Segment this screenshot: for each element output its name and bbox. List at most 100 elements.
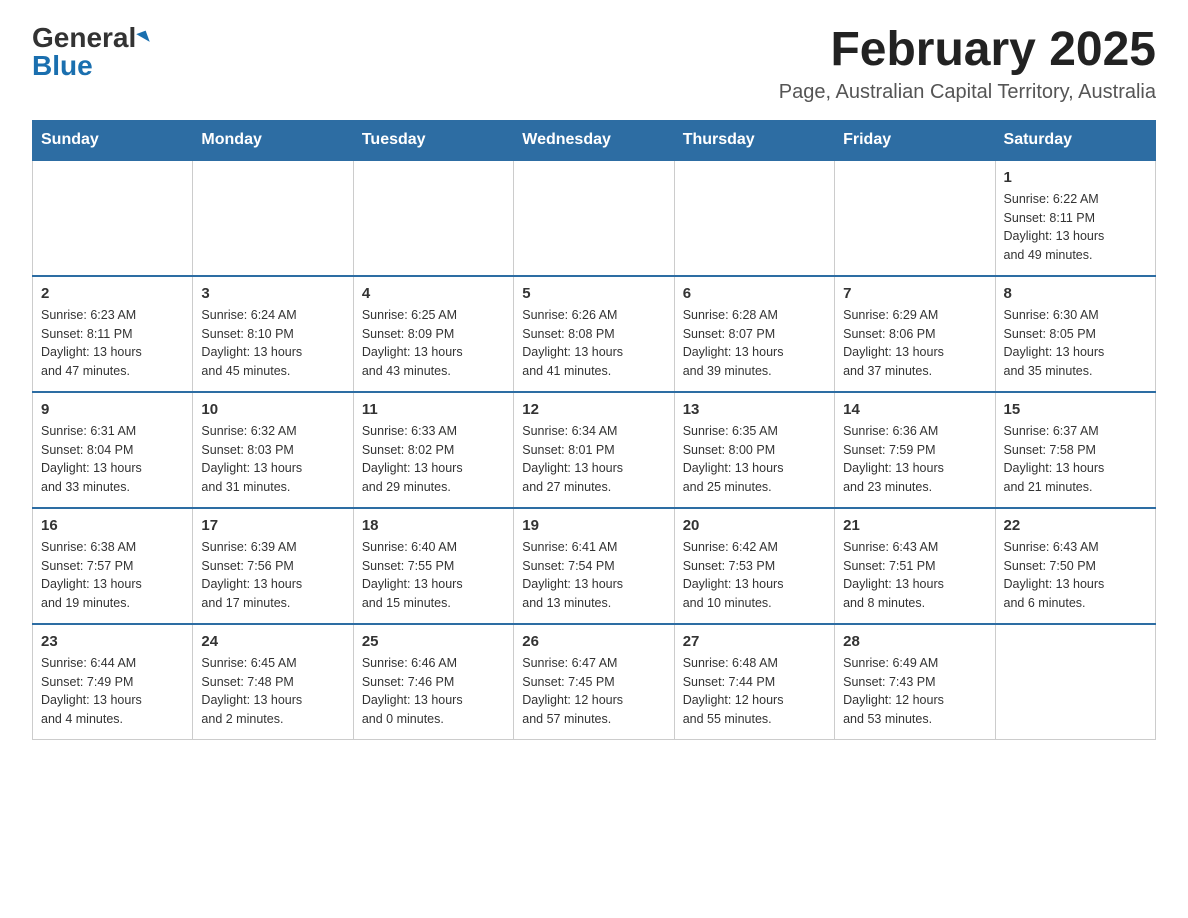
day-number: 6 — [683, 285, 826, 302]
title-area: February 2025 Page, Australian Capital T… — [779, 24, 1156, 104]
calendar-cell — [995, 624, 1155, 740]
calendar-cell: 3 Sunrise: 6:24 AMSunset: 8:10 PMDaylight… — [193, 276, 353, 392]
calendar-cell: 27 Sunrise: 6:48 AMSunset: 7:44 PMDayligh… — [674, 624, 834, 740]
day-number: 24 — [201, 633, 344, 650]
col-tuesday: Tuesday — [353, 120, 513, 160]
calendar-cell: 24 Sunrise: 6:45 AMSunset: 7:48 PMDayligh… — [193, 624, 353, 740]
day-info: Sunrise: 6:25 AMSunset: 8:09 PMDaylight:… — [362, 306, 505, 381]
calendar-cell: 8Sunrise: 6:30 AMSunset: 8:05 PMDaylight… — [995, 276, 1155, 392]
calendar-week-4: 16 Sunrise: 6:38 AMSunset: 7:57 PMDayligh… — [33, 508, 1156, 624]
col-wednesday: Wednesday — [514, 120, 674, 160]
calendar-cell: 11 Sunrise: 6:33 AMSunset: 8:02 PMDayligh… — [353, 392, 513, 508]
day-number: 8 — [1004, 285, 1147, 302]
calendar-week-2: 2 Sunrise: 6:23 AMSunset: 8:11 PMDaylight… — [33, 276, 1156, 392]
day-info: Sunrise: 6:47 AMSunset: 7:45 PMDaylight:… — [522, 654, 665, 729]
day-info: Sunrise: 6:45 AMSunset: 7:48 PMDaylight:… — [201, 654, 344, 729]
calendar-cell — [835, 160, 995, 276]
day-info: Sunrise: 6:43 AMSunset: 7:50 PMDaylight:… — [1004, 538, 1147, 613]
day-number: 16 — [41, 517, 184, 534]
day-number: 25 — [362, 633, 505, 650]
calendar-cell: 19 Sunrise: 6:41 AMSunset: 7:54 PMDayligh… — [514, 508, 674, 624]
month-title: February 2025 — [779, 24, 1156, 77]
logo-general-text: General — [32, 24, 136, 52]
day-number: 1 — [1004, 169, 1147, 186]
calendar-cell: 2 Sunrise: 6:23 AMSunset: 8:11 PMDaylight… — [33, 276, 193, 392]
calendar-cell: 1 Sunrise: 6:22 AMSunset: 8:11 PMDaylight… — [995, 160, 1155, 276]
day-info: Sunrise: 6:22 AMSunset: 8:11 PMDaylight:… — [1004, 190, 1147, 265]
calendar-cell: 9 Sunrise: 6:31 AMSunset: 8:04 PMDaylight… — [33, 392, 193, 508]
calendar-cell: 12Sunrise: 6:34 AMSunset: 8:01 PMDayligh… — [514, 392, 674, 508]
day-number: 17 — [201, 517, 344, 534]
day-number: 4 — [362, 285, 505, 302]
day-info: Sunrise: 6:38 AMSunset: 7:57 PMDaylight:… — [41, 538, 184, 613]
day-number: 3 — [201, 285, 344, 302]
col-sunday: Sunday — [33, 120, 193, 160]
day-number: 23 — [41, 633, 184, 650]
calendar-cell — [514, 160, 674, 276]
calendar-cell — [674, 160, 834, 276]
calendar-cell: 5 Sunrise: 6:26 AMSunset: 8:08 PMDaylight… — [514, 276, 674, 392]
day-number: 21 — [843, 517, 986, 534]
calendar-week-3: 9 Sunrise: 6:31 AMSunset: 8:04 PMDaylight… — [33, 392, 1156, 508]
calendar-body: 1 Sunrise: 6:22 AMSunset: 8:11 PMDaylight… — [33, 160, 1156, 740]
calendar-cell: 28 Sunrise: 6:49 AMSunset: 7:43 PMDayligh… — [835, 624, 995, 740]
day-info: Sunrise: 6:32 AMSunset: 8:03 PMDaylight:… — [201, 422, 344, 497]
day-info: Sunrise: 6:26 AMSunset: 8:08 PMDaylight:… — [522, 306, 665, 381]
calendar-header: Sunday Monday Tuesday Wednesday Thursday… — [33, 120, 1156, 160]
logo: General Blue — [32, 24, 148, 80]
day-number: 11 — [362, 401, 505, 418]
day-info: Sunrise: 6:42 AMSunset: 7:53 PMDaylight:… — [683, 538, 826, 613]
calendar-cell: 22Sunrise: 6:43 AMSunset: 7:50 PMDayligh… — [995, 508, 1155, 624]
calendar-week-5: 23Sunrise: 6:44 AMSunset: 7:49 PMDayligh… — [33, 624, 1156, 740]
col-thursday: Thursday — [674, 120, 834, 160]
day-number: 15 — [1004, 401, 1147, 418]
day-info: Sunrise: 6:40 AMSunset: 7:55 PMDaylight:… — [362, 538, 505, 613]
logo-arrow-icon — [137, 31, 151, 46]
calendar-cell: 21 Sunrise: 6:43 AMSunset: 7:51 PMDayligh… — [835, 508, 995, 624]
day-number: 28 — [843, 633, 986, 650]
calendar-cell: 15 Sunrise: 6:37 AMSunset: 7:58 PMDayligh… — [995, 392, 1155, 508]
header-row: Sunday Monday Tuesday Wednesday Thursday… — [33, 120, 1156, 160]
day-info: Sunrise: 6:49 AMSunset: 7:43 PMDaylight:… — [843, 654, 986, 729]
day-info: Sunrise: 6:37 AMSunset: 7:58 PMDaylight:… — [1004, 422, 1147, 497]
calendar-cell — [353, 160, 513, 276]
day-number: 5 — [522, 285, 665, 302]
day-number: 26 — [522, 633, 665, 650]
day-number: 14 — [843, 401, 986, 418]
day-info: Sunrise: 6:29 AMSunset: 8:06 PMDaylight:… — [843, 306, 986, 381]
day-info: Sunrise: 6:48 AMSunset: 7:44 PMDaylight:… — [683, 654, 826, 729]
calendar-cell — [193, 160, 353, 276]
calendar-cell: 4 Sunrise: 6:25 AMSunset: 8:09 PMDaylight… — [353, 276, 513, 392]
col-monday: Monday — [193, 120, 353, 160]
calendar-cell: 18 Sunrise: 6:40 AMSunset: 7:55 PMDayligh… — [353, 508, 513, 624]
day-number: 10 — [201, 401, 344, 418]
day-number: 13 — [683, 401, 826, 418]
calendar-cell — [33, 160, 193, 276]
day-number: 18 — [362, 517, 505, 534]
day-info: Sunrise: 6:28 AMSunset: 8:07 PMDaylight:… — [683, 306, 826, 381]
calendar-cell: 13 Sunrise: 6:35 AMSunset: 8:00 PMDayligh… — [674, 392, 834, 508]
day-info: Sunrise: 6:23 AMSunset: 8:11 PMDaylight:… — [41, 306, 184, 381]
day-info: Sunrise: 6:31 AMSunset: 8:04 PMDaylight:… — [41, 422, 184, 497]
day-number: 19 — [522, 517, 665, 534]
day-info: Sunrise: 6:24 AMSunset: 8:10 PMDaylight:… — [201, 306, 344, 381]
day-info: Sunrise: 6:43 AMSunset: 7:51 PMDaylight:… — [843, 538, 986, 613]
calendar-cell: 23Sunrise: 6:44 AMSunset: 7:49 PMDayligh… — [33, 624, 193, 740]
header: General Blue February 2025 Page, Austral… — [32, 24, 1156, 104]
day-info: Sunrise: 6:41 AMSunset: 7:54 PMDaylight:… — [522, 538, 665, 613]
calendar-cell: 20Sunrise: 6:42 AMSunset: 7:53 PMDayligh… — [674, 508, 834, 624]
calendar-cell: 6 Sunrise: 6:28 AMSunset: 8:07 PMDaylight… — [674, 276, 834, 392]
logo-blue-text: Blue — [32, 52, 93, 80]
day-number: 2 — [41, 285, 184, 302]
day-info: Sunrise: 6:34 AMSunset: 8:01 PMDaylight:… — [522, 422, 665, 497]
col-saturday: Saturday — [995, 120, 1155, 160]
calendar-cell: 16 Sunrise: 6:38 AMSunset: 7:57 PMDayligh… — [33, 508, 193, 624]
calendar-cell: 10 Sunrise: 6:32 AMSunset: 8:03 PMDayligh… — [193, 392, 353, 508]
day-info: Sunrise: 6:35 AMSunset: 8:00 PMDaylight:… — [683, 422, 826, 497]
calendar-cell: 25Sunrise: 6:46 AMSunset: 7:46 PMDayligh… — [353, 624, 513, 740]
day-info: Sunrise: 6:39 AMSunset: 7:56 PMDaylight:… — [201, 538, 344, 613]
calendar-cell: 17 Sunrise: 6:39 AMSunset: 7:56 PMDayligh… — [193, 508, 353, 624]
day-number: 9 — [41, 401, 184, 418]
day-info: Sunrise: 6:33 AMSunset: 8:02 PMDaylight:… — [362, 422, 505, 497]
day-number: 27 — [683, 633, 826, 650]
